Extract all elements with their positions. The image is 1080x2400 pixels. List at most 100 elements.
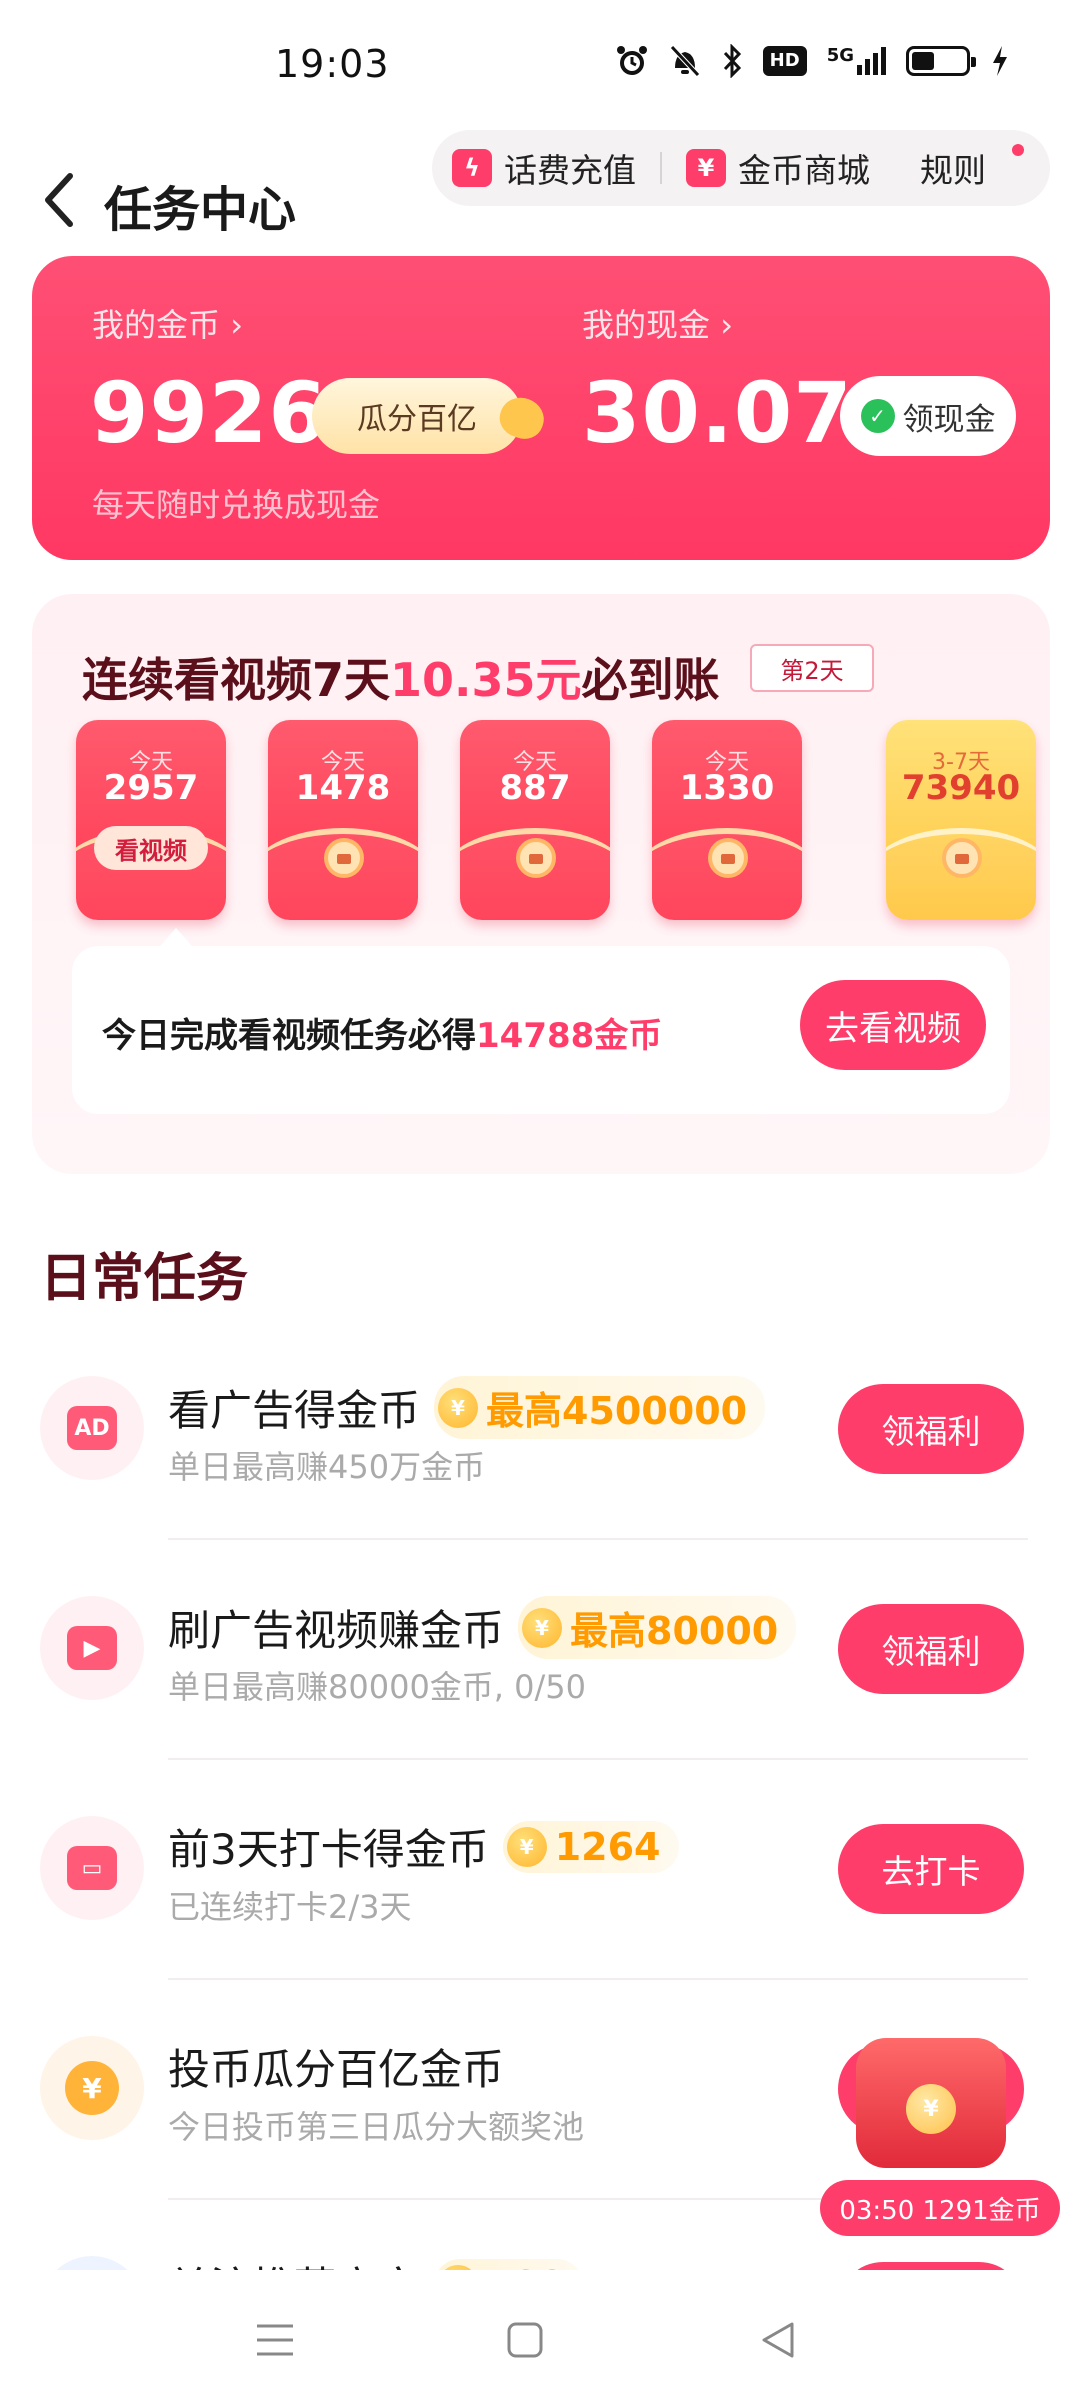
coins-link[interactable]: 我的金币 › bbox=[92, 300, 243, 346]
ad-icon: AD bbox=[40, 1376, 144, 1480]
envelope-value: 887 bbox=[499, 768, 571, 808]
video-icon: ▶ bbox=[40, 1596, 144, 1700]
envelope-day-3-7: 3-7天 73940 bbox=[886, 720, 1036, 920]
header-pill: ϟ 话费充值 ¥ 金币商城 规则 bbox=[432, 130, 1050, 206]
bluetooth-icon bbox=[723, 44, 741, 78]
coin-mall-label: 金币商城 bbox=[738, 151, 870, 190]
task-title-text: 关注推荐商家 bbox=[168, 2254, 420, 2270]
signal-5g-icon: 5G bbox=[827, 47, 886, 75]
task-title-text: 前3天打卡得金币 bbox=[168, 1825, 489, 1874]
envelope-value: 73940 bbox=[901, 768, 1021, 808]
cash-label: 我的现金 bbox=[582, 306, 711, 344]
reward-badge: ¥1264 bbox=[502, 1820, 679, 1873]
mute-bell-icon bbox=[669, 45, 700, 77]
ad-icon-glyph: AD bbox=[67, 1406, 117, 1450]
envelope-row: 今天 2957 看视频 今天 1478 今天 887 今天 1330 3-7天 … bbox=[76, 720, 1036, 930]
claim-benefit-button[interactable]: 领福利 bbox=[838, 1384, 1024, 1474]
divider bbox=[168, 1538, 1028, 1540]
floating-timer-badge[interactable]: 03:50 1291金币 bbox=[820, 2180, 1060, 2236]
watch-video-mini-button[interactable]: 看视频 bbox=[94, 826, 208, 870]
reward-text: 最高4500000 bbox=[486, 1389, 748, 1433]
divider bbox=[168, 1758, 1028, 1760]
task-title-text: 刷广告视频赚金币 bbox=[168, 1606, 505, 1655]
task-title-text: 投币瓜分百亿金币 bbox=[168, 2045, 505, 2094]
claim-benefit-button[interactable]: 领福利 bbox=[838, 1604, 1024, 1694]
reward-badge: ¥ 最高4500000 bbox=[434, 1376, 766, 1439]
lightning-icon: ϟ bbox=[452, 149, 492, 187]
claim-cash-button[interactable]: ✓ 领现金 bbox=[840, 376, 1016, 456]
task-title: 看广告得金币 ¥ 最高4500000 bbox=[168, 1376, 766, 1439]
page-title: 任务中心 bbox=[104, 182, 297, 238]
lock-icon bbox=[516, 838, 556, 878]
follow-icon bbox=[40, 2256, 144, 2270]
reward-text: 最高80000 bbox=[570, 1609, 779, 1653]
status-bar: 19:03 HD 5G bbox=[0, 0, 1080, 130]
back-arrow-icon[interactable] bbox=[38, 170, 82, 230]
lock-icon bbox=[324, 838, 364, 878]
floating-red-packet[interactable]: ¥ bbox=[836, 2028, 1016, 2188]
lock-icon bbox=[708, 838, 748, 878]
reward-text: 500 bbox=[486, 2263, 565, 2271]
charging-icon bbox=[993, 46, 1007, 76]
home-icon[interactable] bbox=[495, 2310, 555, 2370]
coin-mall-button[interactable]: ¥ 金币商城 bbox=[686, 144, 870, 192]
task-subtitle: 单日最高赚80000金币, 0/50 bbox=[168, 1668, 587, 1706]
task-row-watch-ads: AD 看广告得金币 ¥ 最高4500000 单日最高赚450万金币 领福利 bbox=[40, 1328, 1040, 1528]
task-title: 前3天打卡得金币 ¥1264 bbox=[168, 1816, 679, 1877]
split-coins-button[interactable]: 瓜分百亿 bbox=[312, 378, 522, 454]
header-actions: ϟ 话费充值 ¥ 金币商城 规则 bbox=[432, 130, 1050, 206]
checkin-icon: ▭ bbox=[40, 1816, 144, 1920]
go-watch-video-button[interactable]: 去看视频 bbox=[800, 980, 986, 1070]
hd-icon: HD bbox=[762, 46, 807, 76]
back-triangle-icon[interactable] bbox=[748, 2310, 808, 2370]
lock-icon bbox=[942, 838, 982, 878]
envelope-day-1[interactable]: 今天 2957 看视频 bbox=[76, 720, 226, 920]
yuan-coin-icon: ¥ bbox=[40, 2036, 144, 2140]
menu-icon[interactable] bbox=[245, 2310, 305, 2370]
check-in-button[interactable]: 去打卡 bbox=[838, 1824, 1024, 1914]
network-label: 5G bbox=[826, 45, 854, 66]
today-video-task-text: 今日完成看视频任务必得14788金币 bbox=[102, 1008, 662, 1057]
envelope-day-3: 今天 887 bbox=[460, 720, 610, 920]
alarm-icon bbox=[616, 46, 647, 75]
streak-title-part1: 连续看视频7天 bbox=[82, 653, 391, 707]
task-action-button[interactable] bbox=[838, 2262, 1024, 2270]
task-subtitle: 单日最高赚450万金币 bbox=[168, 1448, 486, 1486]
video-streak-card: 连续看视频7天10.35元必到账 第2天 今天 2957 看视频 今天 1478… bbox=[32, 594, 1050, 1174]
recharge-label: 话费充值 bbox=[504, 151, 636, 190]
envelope-value: 2957 bbox=[103, 768, 199, 808]
video-icon-glyph: ▶ bbox=[67, 1626, 117, 1670]
chevron-right-icon: › bbox=[230, 306, 243, 344]
claim-cash-label: 领现金 bbox=[902, 401, 996, 438]
battery-icon bbox=[906, 46, 976, 76]
wallet-card: 我的金币 › 9926 瓜分百亿 我的现金 › 30.07 ✓ 领现金 每天随时… bbox=[32, 256, 1050, 560]
system-nav-bar bbox=[0, 2270, 1080, 2400]
coin-icon: ¥ bbox=[522, 1607, 563, 1648]
status-time: 19:03 bbox=[275, 42, 390, 86]
rules-label: 规则 bbox=[920, 151, 986, 190]
envelope-day-2: 今天 1478 bbox=[268, 720, 418, 920]
task-subtitle: 今日投币第三日瓜分大额奖池 bbox=[168, 2108, 585, 2146]
chevron-right-icon: › bbox=[720, 306, 733, 344]
rules-button[interactable]: 规则 bbox=[920, 144, 986, 192]
task-row-ad-videos: ▶ 刷广告视频赚金币 ¥ 最高80000 单日最高赚80000金币, 0/50 领… bbox=[40, 1548, 1040, 1748]
coin-icon: ¥ bbox=[906, 2084, 956, 2134]
pill-divider bbox=[660, 152, 662, 184]
status-icons: HD 5G bbox=[615, 44, 1010, 78]
task-title-text: 看广告得金币 bbox=[168, 1386, 421, 1435]
envelope-value: 1478 bbox=[295, 768, 391, 808]
envelope-day-4: 今天 1330 bbox=[652, 720, 802, 920]
cash-value: 30.07 bbox=[582, 364, 853, 462]
task-text: 今日完成看视频任务必得 bbox=[102, 1016, 476, 1056]
reward-text: 1264 bbox=[554, 1824, 661, 1869]
ticket-icon: ¥ bbox=[686, 149, 726, 187]
streak-title: 连续看视频7天10.35元必到账 bbox=[82, 644, 720, 710]
cash-link[interactable]: 我的现金 › bbox=[582, 300, 733, 346]
reward-badge: ¥500 bbox=[434, 2258, 584, 2271]
today-video-task: 今日完成看视频任务必得14788金币 去看视频 bbox=[72, 946, 1010, 1114]
day-tag: 第2天 bbox=[750, 644, 874, 692]
streak-title-part2: 必到账 bbox=[581, 653, 720, 707]
checkin-icon-glyph: ▭ bbox=[67, 1846, 117, 1890]
recharge-button[interactable]: ϟ 话费充值 bbox=[452, 144, 636, 192]
pointer-arrow bbox=[160, 928, 192, 946]
